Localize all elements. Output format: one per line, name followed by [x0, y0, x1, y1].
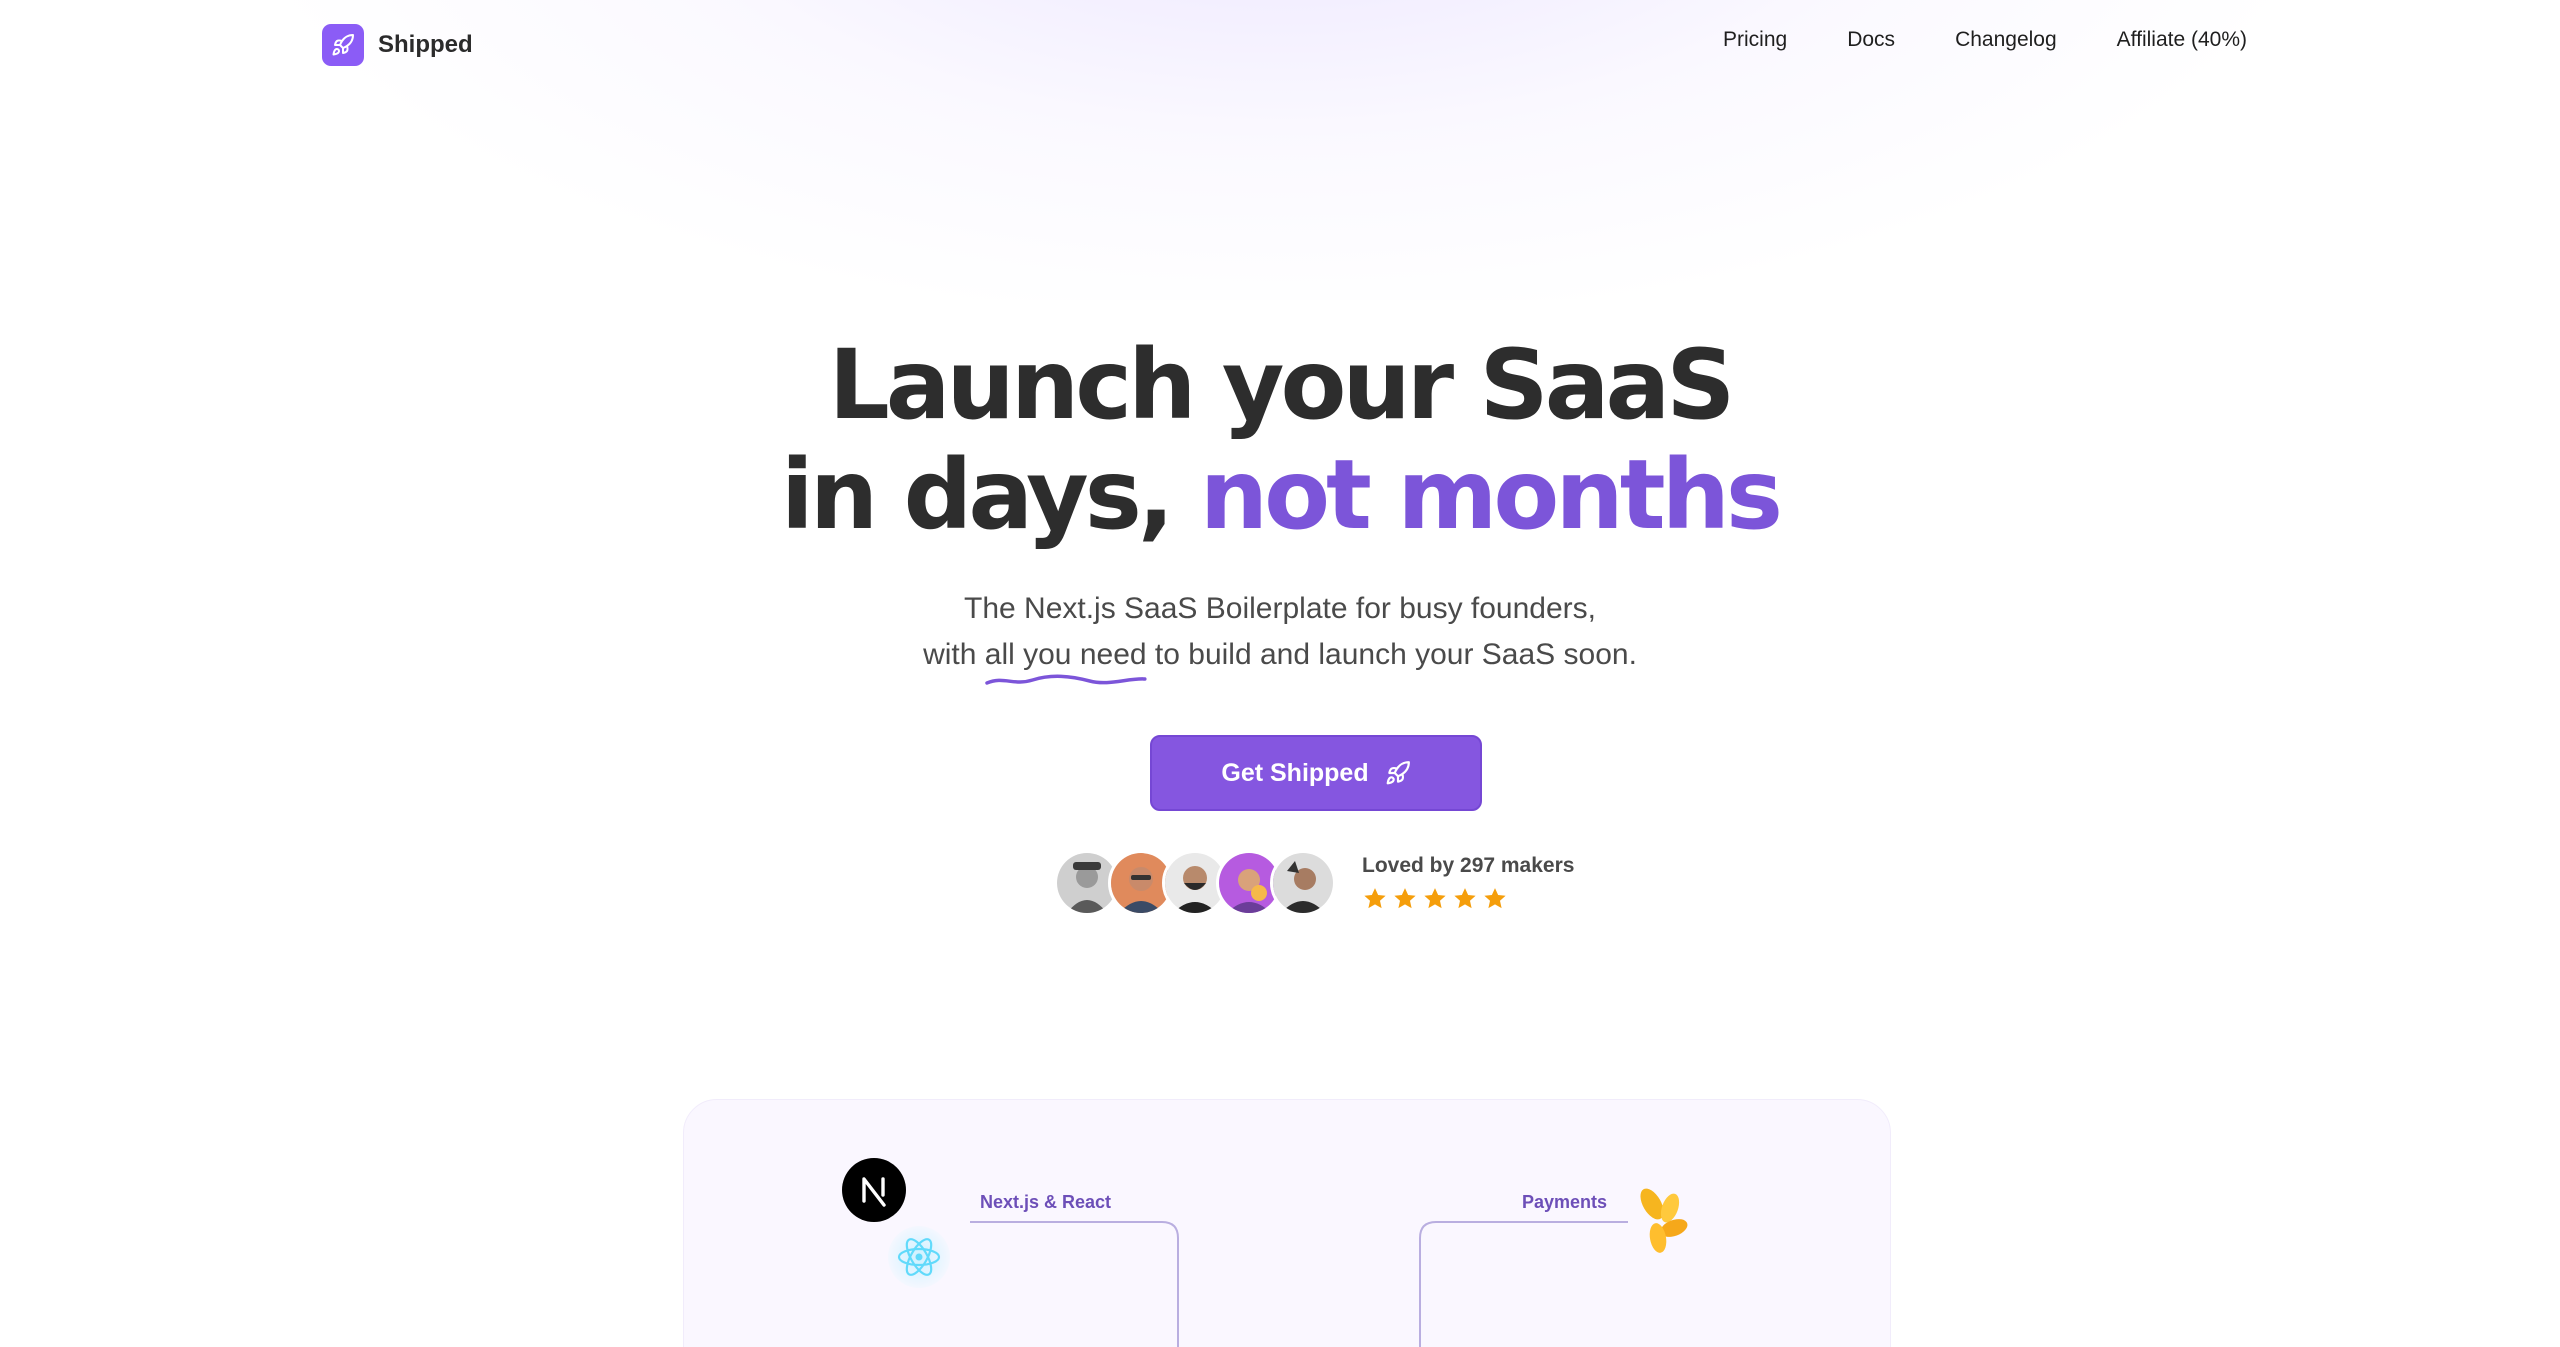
nav-link-pricing[interactable]: Pricing [1723, 28, 1787, 52]
hero-title-line1: Launch your SaaS [828, 329, 1736, 441]
rocket-icon [322, 24, 364, 66]
avatar [1270, 850, 1336, 916]
features-panel [683, 1099, 1891, 1347]
social-proof: Loved by 297 makers [1054, 848, 1574, 918]
star-rating [1362, 886, 1574, 912]
feature-label-nextjs: Next.js & React [980, 1192, 1112, 1212]
cta-label: Get Shipped [1221, 758, 1369, 787]
react-icon [888, 1226, 950, 1288]
nav-link-docs[interactable]: Docs [1847, 28, 1895, 52]
rocket-icon [1386, 761, 1410, 785]
subtitle-line1: The Next.js SaaS Boilerplate for busy fo… [964, 592, 1596, 625]
top-nav: Shipped Pricing Docs Changelog Affiliate… [0, 0, 2560, 90]
squiggle-underline-icon [985, 674, 1147, 685]
nav-links: Pricing Docs Changelog Affiliate (40%) [1723, 28, 2247, 52]
avatar-stack [1054, 850, 1336, 916]
get-shipped-button[interactable]: Get Shipped [1150, 735, 1482, 811]
nav-link-changelog[interactable]: Changelog [1955, 28, 2057, 52]
star-icon [1484, 888, 1506, 909]
nav-link-affiliate[interactable]: Affiliate (40%) [2117, 28, 2247, 52]
star-icon [1454, 888, 1476, 909]
subtitle-line2-before: with [923, 638, 977, 671]
nextjs-icon [842, 1158, 906, 1222]
hero-title-accent: not months [1199, 439, 1783, 551]
lemon-squeezy-icon [1640, 1188, 1688, 1253]
feature-label-payments: Payments [1522, 1192, 1608, 1212]
subtitle-line2-after: to build and launch your SaaS soon. [1154, 638, 1637, 671]
star-icon [1394, 888, 1416, 909]
social-text: Loved by 297 makers [1362, 854, 1574, 912]
subtitle-highlight: all you need [984, 632, 1147, 685]
brand[interactable]: Shipped [322, 24, 473, 66]
loved-by-count: Loved by 297 makers [1362, 854, 1575, 877]
star-icon [1424, 888, 1446, 909]
brand-name: Shipped [378, 31, 473, 58]
subtitle-underlined-text: all you need [984, 638, 1147, 671]
star-icon [1364, 888, 1386, 909]
hero-subtitle: The Next.js SaaS Boilerplate for busy fo… [0, 586, 2560, 685]
hero-title-line2-plain: in days, [780, 439, 1174, 551]
hero-title: Launch your SaaS in days, not months [0, 330, 2560, 550]
